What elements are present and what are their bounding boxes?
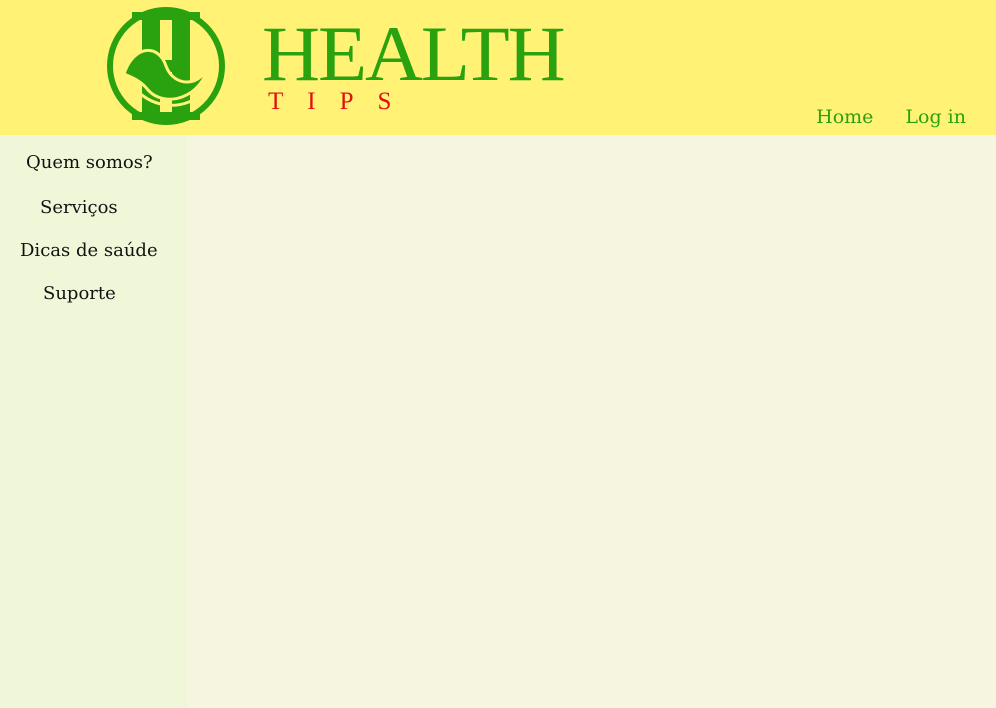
top-navigation: Home Log in (816, 106, 966, 128)
brand-subtitle: TIPS (268, 88, 416, 115)
sidebar-item-quem-somos[interactable]: Quem somos? (26, 152, 153, 173)
site-header: HEALTH TIPS Home Log in (0, 0, 996, 135)
sidebar-item-suporte[interactable]: Suporte (43, 283, 116, 304)
sidebar: Quem somos? Serviços Dicas de saúde Supo… (0, 135, 187, 708)
health-logo-icon[interactable] (104, 4, 229, 129)
main-content (187, 135, 996, 708)
nav-login-link[interactable]: Log in (905, 106, 966, 128)
nav-home-link[interactable]: Home (816, 106, 873, 128)
sidebar-item-dicas-de-saude[interactable]: Dicas de saúde (20, 240, 158, 261)
brand-title: HEALTH (262, 10, 566, 97)
sidebar-item-servicos[interactable]: Serviços (40, 197, 118, 218)
